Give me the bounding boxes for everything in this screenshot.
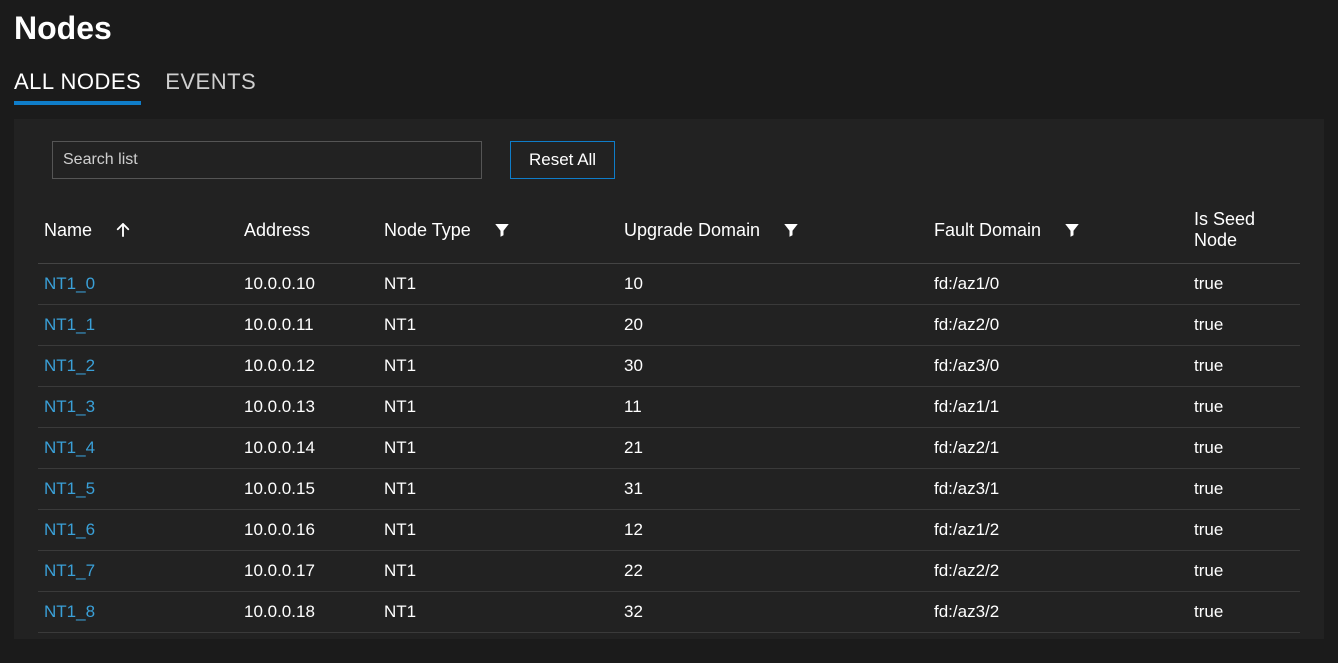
table-row: NT1_810.0.0.18NT132fd:/az3/2true [38, 592, 1300, 633]
table-row: NT1_610.0.0.16NT112fd:/az1/2true [38, 510, 1300, 551]
cell-address: 10.0.0.13 [238, 387, 378, 428]
cell-fault-domain: fd:/az1/1 [928, 387, 1188, 428]
cell-node-type: NT1 [378, 551, 618, 592]
cell-fault-domain: fd:/az3/0 [928, 346, 1188, 387]
cell-is-seed-node: true [1188, 387, 1300, 428]
cell-address: 10.0.0.10 [238, 264, 378, 305]
cell-upgrade-domain: 11 [618, 387, 928, 428]
cell-upgrade-domain: 22 [618, 551, 928, 592]
table-row: NT1_410.0.0.14NT121fd:/az2/1true [38, 428, 1300, 469]
nodes-table: Name Address Node Typ [38, 201, 1300, 633]
cell-node-type: NT1 [378, 428, 618, 469]
cell-is-seed-node: true [1188, 510, 1300, 551]
col-header-upgrade-domain[interactable]: Upgrade Domain [618, 201, 928, 264]
cell-is-seed-node: true [1188, 592, 1300, 633]
tab-events[interactable]: EVENTS [165, 69, 256, 101]
cell-upgrade-domain: 10 [618, 264, 928, 305]
col-header-upgrade-domain-label: Upgrade Domain [624, 220, 760, 241]
col-header-fault-domain[interactable]: Fault Domain [928, 201, 1188, 264]
cell-node-type: NT1 [378, 510, 618, 551]
cell-node-type: NT1 [378, 387, 618, 428]
search-input[interactable] [52, 141, 482, 179]
nodes-panel: Reset All Name [14, 119, 1324, 639]
table-row: NT1_510.0.0.15NT131fd:/az3/1true [38, 469, 1300, 510]
cell-name[interactable]: NT1_1 [38, 305, 238, 346]
cell-node-type: NT1 [378, 592, 618, 633]
table-header-row: Name Address Node Typ [38, 201, 1300, 264]
col-header-name[interactable]: Name [38, 201, 238, 264]
table-row: NT1_210.0.0.12NT130fd:/az3/0true [38, 346, 1300, 387]
toolbar: Reset All [38, 141, 1300, 179]
reset-all-button[interactable]: Reset All [510, 141, 615, 179]
cell-name[interactable]: NT1_4 [38, 428, 238, 469]
cell-upgrade-domain: 32 [618, 592, 928, 633]
cell-address: 10.0.0.15 [238, 469, 378, 510]
col-header-name-label: Name [44, 220, 92, 241]
filter-icon[interactable] [782, 221, 800, 239]
cell-address: 10.0.0.17 [238, 551, 378, 592]
col-header-is-seed-node[interactable]: Is Seed Node [1188, 201, 1300, 264]
col-header-fault-domain-label: Fault Domain [934, 220, 1041, 241]
cell-name[interactable]: NT1_2 [38, 346, 238, 387]
cell-upgrade-domain: 31 [618, 469, 928, 510]
cell-name[interactable]: NT1_6 [38, 510, 238, 551]
tab-all-nodes[interactable]: ALL NODES [14, 69, 141, 101]
cell-is-seed-node: true [1188, 305, 1300, 346]
col-header-node-type-label: Node Type [384, 220, 471, 241]
cell-is-seed-node: true [1188, 346, 1300, 387]
cell-name[interactable]: NT1_7 [38, 551, 238, 592]
filter-icon[interactable] [1063, 221, 1081, 239]
table-row: NT1_010.0.0.10NT110fd:/az1/0true [38, 264, 1300, 305]
tabs: ALL NODES EVENTS [14, 69, 1324, 101]
cell-upgrade-domain: 20 [618, 305, 928, 346]
cell-fault-domain: fd:/az2/0 [928, 305, 1188, 346]
cell-address: 10.0.0.18 [238, 592, 378, 633]
cell-node-type: NT1 [378, 469, 618, 510]
col-header-node-type[interactable]: Node Type [378, 201, 618, 264]
page-title: Nodes [14, 10, 1324, 47]
cell-node-type: NT1 [378, 264, 618, 305]
col-header-address[interactable]: Address [238, 201, 378, 264]
cell-name[interactable]: NT1_8 [38, 592, 238, 633]
cell-upgrade-domain: 21 [618, 428, 928, 469]
cell-is-seed-node: true [1188, 428, 1300, 469]
table-row: NT1_110.0.0.11NT120fd:/az2/0true [38, 305, 1300, 346]
cell-is-seed-node: true [1188, 551, 1300, 592]
cell-upgrade-domain: 30 [618, 346, 928, 387]
cell-fault-domain: fd:/az3/1 [928, 469, 1188, 510]
cell-address: 10.0.0.14 [238, 428, 378, 469]
col-header-address-label: Address [244, 220, 310, 240]
cell-node-type: NT1 [378, 305, 618, 346]
cell-fault-domain: fd:/az2/2 [928, 551, 1188, 592]
table-row: NT1_310.0.0.13NT111fd:/az1/1true [38, 387, 1300, 428]
sort-arrow-up-icon[interactable] [114, 221, 132, 239]
cell-fault-domain: fd:/az1/0 [928, 264, 1188, 305]
cell-fault-domain: fd:/az3/2 [928, 592, 1188, 633]
cell-is-seed-node: true [1188, 264, 1300, 305]
cell-name[interactable]: NT1_0 [38, 264, 238, 305]
cell-address: 10.0.0.11 [238, 305, 378, 346]
filter-icon[interactable] [493, 221, 511, 239]
cell-address: 10.0.0.16 [238, 510, 378, 551]
cell-name[interactable]: NT1_5 [38, 469, 238, 510]
cell-is-seed-node: true [1188, 469, 1300, 510]
cell-name[interactable]: NT1_3 [38, 387, 238, 428]
cell-node-type: NT1 [378, 346, 618, 387]
table-row: NT1_710.0.0.17NT122fd:/az2/2true [38, 551, 1300, 592]
cell-fault-domain: fd:/az2/1 [928, 428, 1188, 469]
cell-fault-domain: fd:/az1/2 [928, 510, 1188, 551]
col-header-is-seed-node-label: Is Seed Node [1194, 209, 1255, 250]
cell-upgrade-domain: 12 [618, 510, 928, 551]
cell-address: 10.0.0.12 [238, 346, 378, 387]
